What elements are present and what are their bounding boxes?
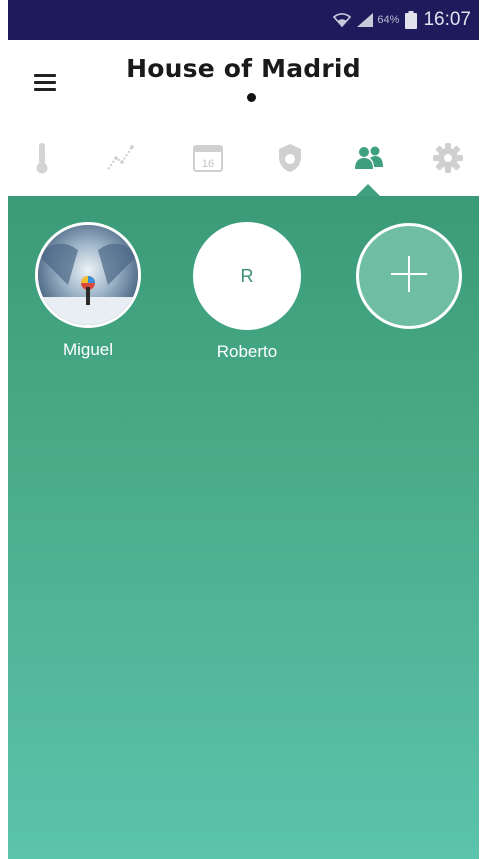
signal-icon (357, 13, 374, 27)
tab-bar: 16 (8, 122, 479, 197)
battery-icon (405, 11, 418, 29)
app-screen: 64% 16:07 House of Madrid 16 Miguel R Ro… (8, 0, 479, 859)
wifi-icon (333, 12, 352, 28)
line-chart-icon (105, 143, 135, 173)
members-panel: Miguel R Roberto (8, 196, 479, 859)
calendar-icon: 16 (192, 142, 224, 174)
status-bar: 64% 16:07 (8, 0, 479, 40)
calendar-day: 16 (202, 158, 214, 170)
add-member-button[interactable] (356, 223, 462, 329)
status-clock: 16:07 (423, 9, 471, 30)
shield-icon (276, 142, 304, 174)
tab-settings[interactable] (422, 132, 474, 184)
avatar-photo-image (38, 225, 138, 325)
app-header: House of Madrid (8, 40, 479, 122)
tab-graph[interactable] (94, 132, 146, 184)
member-miguel[interactable]: Miguel (33, 222, 143, 360)
avatar: R (193, 222, 301, 330)
member-name: Roberto (216, 342, 278, 361)
battery-percent: 64% (377, 14, 400, 26)
page-title: House of Madrid (126, 54, 361, 83)
tab-users[interactable] (343, 132, 395, 184)
tab-away[interactable] (264, 132, 316, 184)
member-roberto[interactable]: R Roberto (192, 222, 302, 362)
tab-temperature[interactable] (16, 132, 68, 184)
avatar (35, 222, 141, 328)
thermometer-icon (32, 141, 52, 175)
tab-calendar[interactable]: 16 (182, 132, 234, 184)
plus-icon (387, 252, 431, 301)
page-indicator-dot (247, 93, 256, 102)
users-icon (353, 145, 385, 171)
gear-icon (432, 142, 464, 174)
member-name: Miguel (62, 340, 114, 359)
